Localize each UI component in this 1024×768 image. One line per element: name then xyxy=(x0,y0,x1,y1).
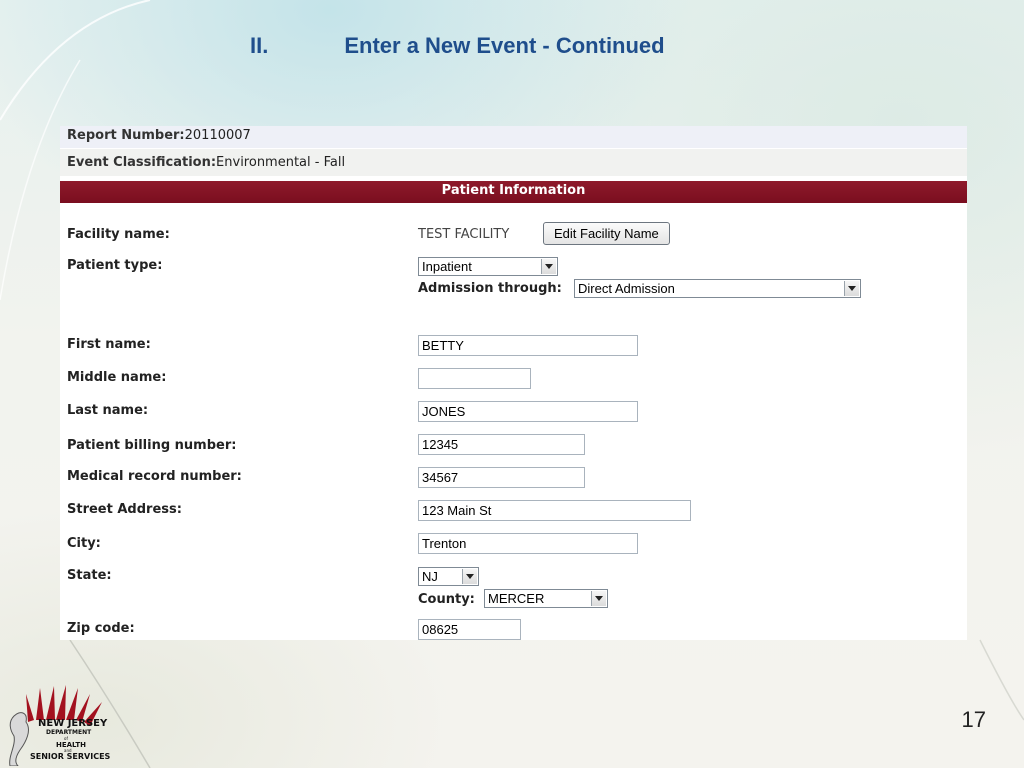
event-classification-row: Event Classification:Environmental - Fal… xyxy=(60,148,967,176)
medical-record-number-input[interactable]: 34567 xyxy=(418,467,585,488)
patient-information-header: Patient Information xyxy=(60,181,967,203)
admission-through-label: Admission through: xyxy=(418,281,562,296)
admission-through-select[interactable]: Direct Admission xyxy=(574,279,861,298)
event-classification-label: Event Classification: xyxy=(67,155,217,170)
report-number-row: Report Number:20110007 xyxy=(60,126,967,148)
billing-number-input[interactable]: 12345 xyxy=(418,434,585,455)
first-name-label: First name: xyxy=(67,337,151,352)
medical-record-number-label: Medical record number: xyxy=(67,469,242,484)
last-name-input[interactable]: JONES xyxy=(418,401,638,422)
nj-health-logo: NEW JERSEY DEPARTMENT of HEALTH and SENI… xyxy=(9,685,111,766)
city-input[interactable]: Trenton xyxy=(418,533,638,554)
county-select[interactable]: MERCER xyxy=(484,589,608,608)
county-selected: MERCER xyxy=(488,591,545,606)
zip-code-label: Zip code: xyxy=(67,621,135,636)
slide-heading: Enter a New Event - Continued xyxy=(344,33,665,58)
middle-name-label: Middle name: xyxy=(67,370,167,385)
report-number-value: 20110007 xyxy=(184,128,251,143)
billing-number-label: Patient billing number: xyxy=(67,438,237,453)
last-name-label: Last name: xyxy=(67,403,149,418)
admission-through-selected: Direct Admission xyxy=(578,281,675,296)
chevron-down-icon[interactable] xyxy=(541,259,556,274)
state-select[interactable]: NJ xyxy=(418,567,479,586)
chevron-down-icon[interactable] xyxy=(844,281,859,296)
patient-type-label: Patient type: xyxy=(67,258,163,273)
zip-code-input[interactable]: 08625 xyxy=(418,619,521,640)
street-address-label: Street Address: xyxy=(67,502,182,517)
page-number: 17 xyxy=(961,707,986,732)
middle-name-input[interactable] xyxy=(418,368,531,389)
nj-state-outline-icon xyxy=(9,712,29,766)
first-name-input[interactable]: BETTY xyxy=(418,335,638,356)
county-label: County: xyxy=(418,592,475,607)
city-label: City: xyxy=(67,536,101,551)
street-address-input[interactable]: 123 Main St xyxy=(418,500,691,521)
logo-line-2: DEPARTMENT xyxy=(46,729,92,736)
slide-title: II. Enter a New Event - Continued xyxy=(250,33,665,59)
chevron-down-icon[interactable] xyxy=(591,591,606,606)
facility-name-value: TEST FACILITY xyxy=(418,227,510,242)
logo-line-6: SENIOR SERVICES xyxy=(30,752,111,761)
event-classification-value: Environmental - Fall xyxy=(216,155,346,170)
logo-line-1: NEW JERSEY xyxy=(38,718,108,729)
report-number-label: Report Number: xyxy=(67,128,185,143)
form-screenshot: Report Number:20110007 Event Classificat… xyxy=(60,126,967,640)
chevron-down-icon[interactable] xyxy=(462,569,477,584)
state-label: State: xyxy=(67,568,112,583)
facility-name-label: Facility name: xyxy=(67,227,170,242)
patient-type-selected: Inpatient xyxy=(422,259,472,274)
state-selected: NJ xyxy=(422,569,438,584)
patient-type-select[interactable]: Inpatient xyxy=(418,257,558,276)
slide-section-number: II. xyxy=(250,33,269,58)
edit-facility-name-button[interactable]: Edit Facility Name xyxy=(543,222,670,245)
